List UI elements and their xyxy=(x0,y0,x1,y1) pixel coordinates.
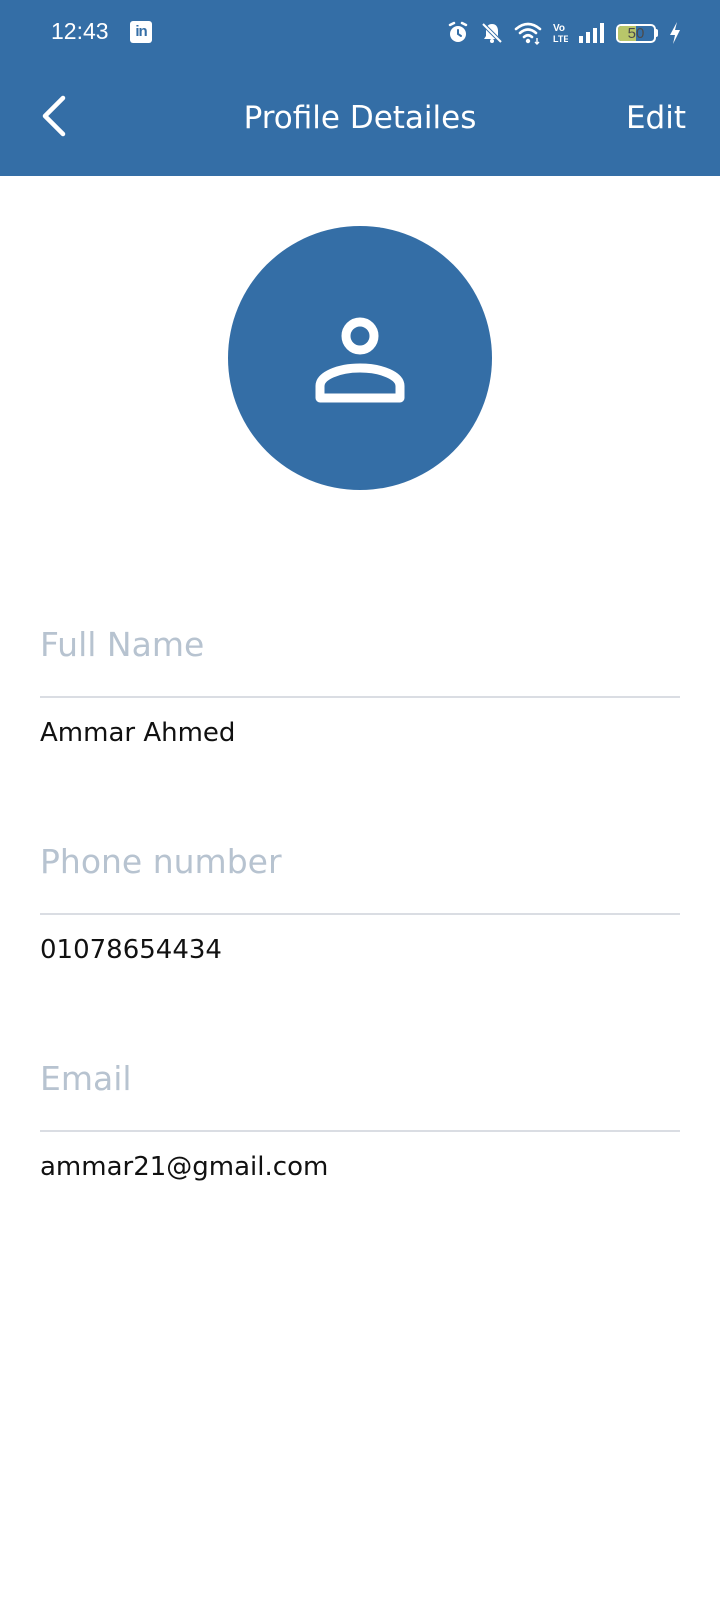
charging-icon xyxy=(670,22,680,44)
back-button[interactable] xyxy=(26,88,82,144)
full-name-label: Full Name xyxy=(40,625,205,664)
linkedin-icon: in xyxy=(130,21,152,43)
person-icon xyxy=(315,317,405,403)
phone-number-underline xyxy=(40,913,680,915)
svg-text:Vo: Vo xyxy=(553,23,565,34)
alarm-icon xyxy=(448,21,468,42)
battery-icon: 50 xyxy=(616,23,656,43)
muted-bell-icon xyxy=(481,22,503,44)
phone-number-value[interactable]: 01078654434 xyxy=(40,933,222,967)
status-bar: 12:43 in Vo LTE 50 xyxy=(0,0,720,66)
status-time: 12:43 xyxy=(51,18,109,44)
app-bar: Profile Detailes Edit xyxy=(0,66,720,176)
svg-text:LTE: LTE xyxy=(553,34,568,44)
volte-icon: Vo LTE xyxy=(553,23,568,44)
email-underline xyxy=(40,1130,680,1132)
battery-level: 50 xyxy=(627,24,645,42)
email-label: Email xyxy=(40,1059,132,1098)
phone-number-label: Phone number xyxy=(40,842,282,881)
status-icons: Vo LTE 50 xyxy=(446,18,682,48)
full-name-value[interactable]: Ammar Ahmed xyxy=(40,716,235,750)
page-title: Profile Detailes xyxy=(243,100,477,136)
edit-button[interactable]: Edit xyxy=(626,98,686,138)
wifi-icon xyxy=(514,22,542,45)
email-value[interactable]: ammar21@gmail.com xyxy=(40,1150,328,1184)
header: 12:43 in Vo LTE 50 Profile Detailes Edit xyxy=(0,0,720,176)
chevron-left-icon xyxy=(42,95,66,137)
full-name-underline xyxy=(40,696,680,698)
signal-icon xyxy=(579,23,604,43)
avatar[interactable] xyxy=(228,226,492,490)
